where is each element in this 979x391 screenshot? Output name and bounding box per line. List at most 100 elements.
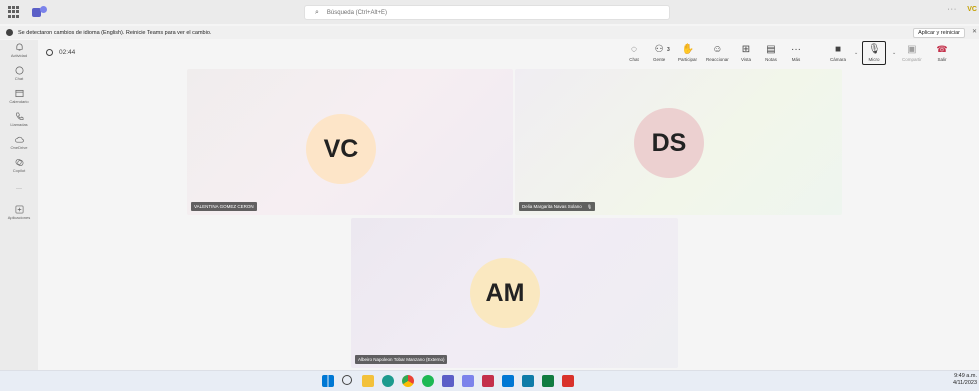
mic-button[interactable]: 🎙 Micro [868,44,881,62]
more-button[interactable]: ··· Más [790,44,802,62]
people-label: Gente [653,57,666,62]
participant-tile[interactable]: AM Albeiro Napoleon Tobar Manzano (Exter… [351,218,678,368]
rail-label: Aplicaciones [7,215,31,220]
timer-icon [46,49,53,56]
chat-button[interactable]: ◌ Chat [628,44,640,62]
participant-avatar: DS [634,108,704,178]
leave-label: Salir [937,57,947,62]
bell-icon [15,43,23,51]
file-explorer-icon[interactable] [362,375,374,387]
timer-value: 02:44 [59,49,76,56]
hand-icon: ✋ [681,44,694,55]
rail-label: OneDrive [10,145,28,150]
mcafee-icon[interactable] [482,375,494,387]
teams-taskbar-icon[interactable] [442,375,454,387]
chat-label: Chat [629,57,639,62]
rail-label: Llamadas [10,122,28,127]
rail-item-onedrive[interactable]: OneDrive [0,135,38,150]
teams-logo-icon [32,6,48,18]
language-notification-bar: Se detectaron cambios de idioma (English… [0,26,979,39]
close-notification-icon[interactable]: ✕ [972,28,977,35]
react-label: Reaccionar [706,57,729,62]
search-placeholder: Búsqueda (Ctrl+Alt+E) [326,9,387,16]
cloud-icon [14,136,24,143]
edge-icon[interactable] [382,375,394,387]
camera-button[interactable]: ■ Cámara [830,44,846,62]
participant-name: VALENTINA GOMEZ CERON [194,204,254,209]
rail-item-actividad[interactable]: Actividad [0,43,38,58]
view-button[interactable]: ⊞ Vista [740,44,752,62]
clock-date: 4/11/2023 [952,380,977,386]
view-label: Vista [741,57,751,62]
windows-taskbar: 9:49 a.m. 4/11/2023 [0,370,979,391]
excel-icon[interactable] [542,375,554,387]
calendar-icon [15,89,23,98]
rail-item-aplicaciones[interactable]: Aplicaciones [0,205,38,220]
notification-message: Se detectaron cambios de idioma (English… [18,29,212,36]
participant-name-tag: Albeiro Napoleon Tobar Manzano (Externo) [355,355,448,364]
user-avatar[interactable]: VC [967,6,977,13]
notes-icon: ▤ [766,44,776,55]
leave-button[interactable]: ☎ Salir [936,44,948,62]
rail-item-calendario[interactable]: Calendario [0,89,38,104]
spotify-icon[interactable] [422,375,434,387]
apply-and-restart-button[interactable]: Aplicar y reiniciar [913,28,965,38]
raise-hand-button[interactable]: ✋ Participar [678,44,697,62]
participant-name: Albeiro Napoleon Tobar Manzano (Externo) [358,357,445,362]
react-button[interactable]: ☺ Reaccionar [706,44,729,62]
app-rail: Actividad Chat Calendario Llamadas OneDr… [0,40,38,370]
camera-label: Cámara [830,57,847,62]
raise-label: Participar [678,57,698,62]
meeting-toolbar: 02:44 ◌ Chat ⚇ 3 Gente ✋ Participar ☺ Re… [38,40,979,68]
acrobat-icon[interactable] [562,375,574,387]
rail-label: Copilot [12,168,26,173]
share-label: Compartir [902,57,922,62]
participant-tile[interactable]: VC VALENTINA GOMEZ CERON [187,69,513,215]
microphone-icon: 🎙 [868,44,881,55]
rail-item-llamadas[interactable]: Llamadas [0,112,38,127]
app-launcher-icon[interactable] [8,6,20,18]
ellipsis-icon: ··· [791,44,801,55]
rail-label: Calendario [9,99,29,104]
clock-time: 9:49 a.m. [954,373,977,379]
chrome-icon[interactable] [402,375,414,387]
rail-label: Chat [14,76,24,81]
copilot-icon [15,159,23,166]
mic-options-chevron-icon[interactable]: ⌄ [892,50,896,56]
windows-start-icon[interactable] [322,375,334,387]
taskbar-search-icon[interactable] [342,375,352,385]
system-clock[interactable]: 9:49 a.m. 4/11/2023 [953,373,977,387]
rail-label: Actividad [10,53,28,58]
participant-tile[interactable]: DS Delia Margarita Navas Solano 🎙 [515,69,842,215]
people-icon: ⚇ [654,44,664,55]
notes-button[interactable]: ▤ Notas [765,44,777,62]
participant-name-tag: VALENTINA GOMEZ CERON [191,202,257,211]
chat-icon [15,66,23,75]
people-count: 3 [667,47,670,53]
more-icon: ··· [16,186,22,192]
rail-more-apps[interactable]: ··· [0,186,38,192]
participant-avatar: VC [306,114,376,184]
more-label: Más [791,57,801,62]
participant-avatar: AM [470,258,540,328]
camera-options-chevron-icon[interactable]: ⌄ [854,50,858,56]
apps-plus-icon [15,205,23,214]
more-options-icon[interactable]: ··· [947,6,957,13]
search-input[interactable]: ⌕ Búsqueda (Ctrl+Alt+E) [304,5,670,20]
hang-up-icon: ☎ [936,44,948,54]
meeting-stage: VC VALENTINA GOMEZ CERON DS Delia Margar… [38,68,979,370]
outlook-icon[interactable] [462,375,474,387]
info-icon [6,29,13,36]
grid-view-icon: ⊞ [741,44,751,55]
people-button[interactable]: ⚇ 3 Gente [653,44,670,62]
rail-item-chat[interactable]: Chat [0,66,38,81]
participant-name: Delia Margarita Navas Solano [522,204,582,209]
share-button[interactable]: ▣ Compartir [902,44,922,62]
search-icon: ⌕ [315,8,319,16]
camera-icon: ■ [834,44,842,55]
mail-icon[interactable] [502,375,514,387]
vpn-icon[interactable] [522,375,534,387]
participant-name-tag: Delia Margarita Navas Solano 🎙 [519,202,596,211]
rail-item-copilot[interactable]: Copilot [0,158,38,173]
notes-label: Notas [765,57,777,62]
